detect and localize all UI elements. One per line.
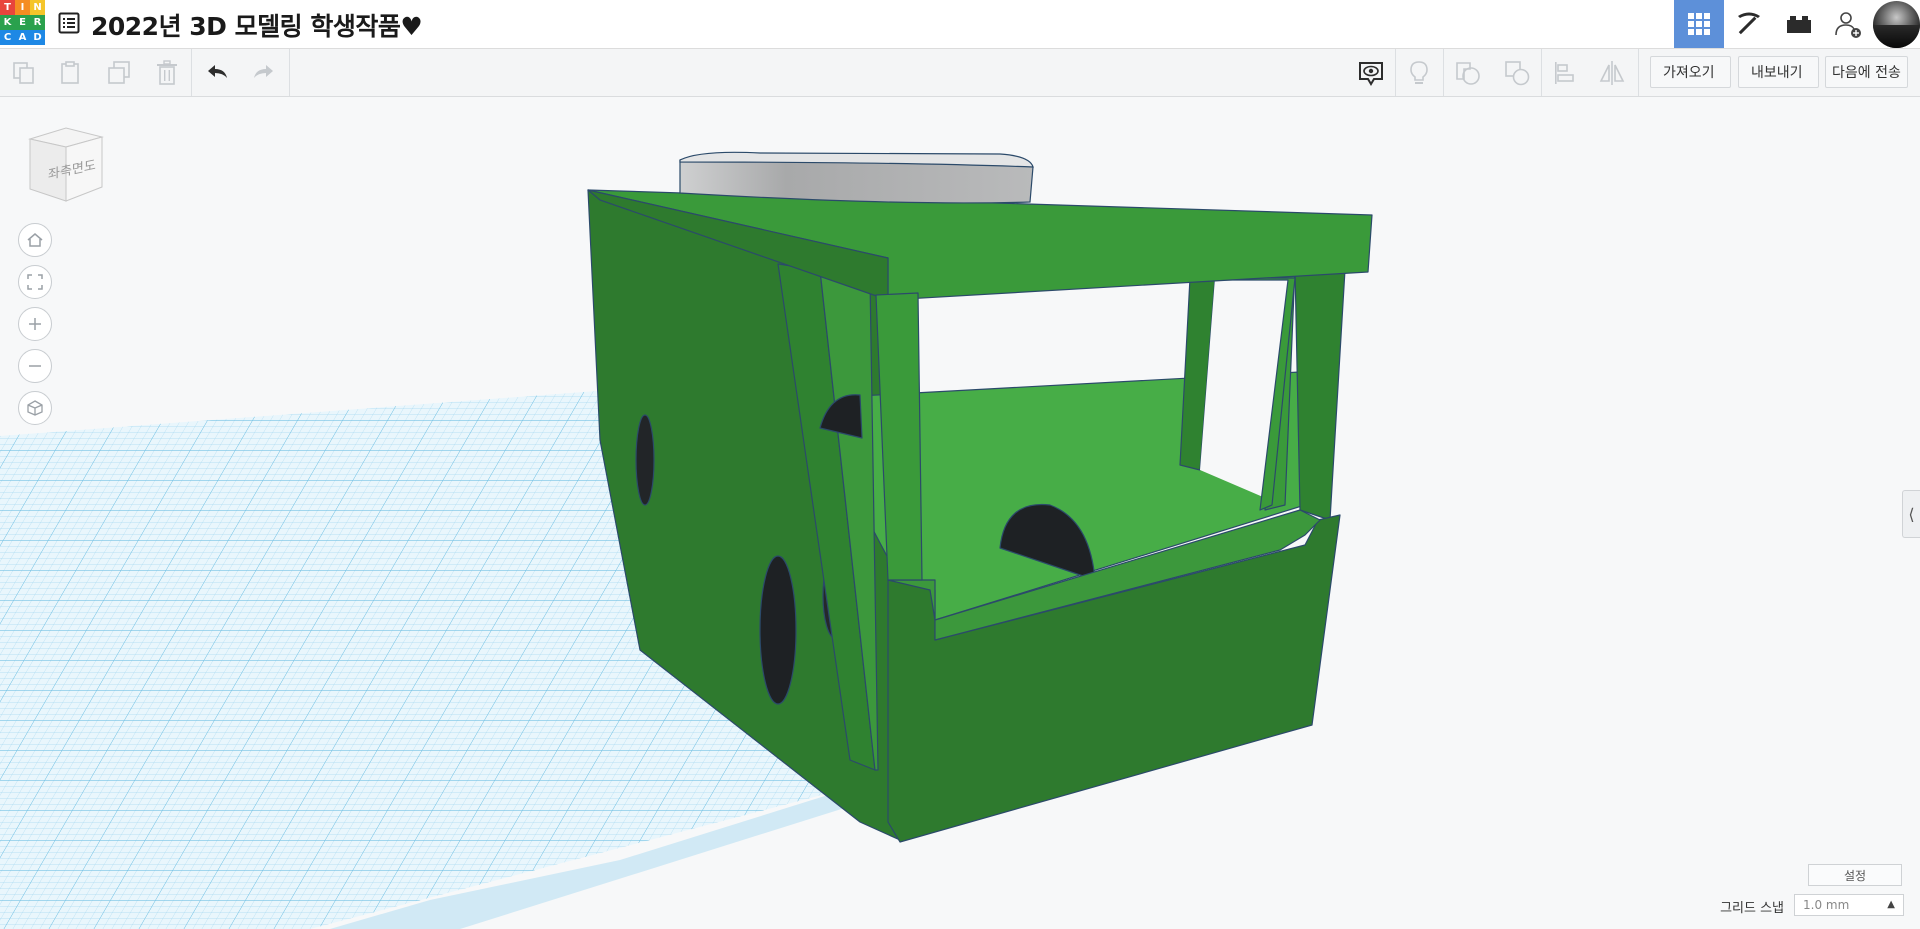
import-button[interactable]: 가져오기	[1650, 56, 1731, 88]
group-button[interactable]	[1453, 58, 1483, 88]
workplane-viewport[interactable]: 좌측면도 ⟨ 설정 그리드 스냅 1.0 mm ▲	[0, 97, 1920, 929]
roof-cap[interactable]	[679, 151, 1034, 204]
perspective-toggle-button[interactable]	[18, 391, 52, 425]
paste-button[interactable]	[56, 58, 86, 88]
logo-letter: R	[30, 15, 45, 30]
group-icon	[1456, 62, 1480, 85]
toolbar-divider	[1541, 49, 1542, 96]
logo-letter: I	[15, 0, 30, 15]
user-avatar[interactable]	[1873, 1, 1920, 48]
zoom-out-button[interactable]	[18, 349, 52, 383]
comment-eye-icon	[1359, 62, 1383, 86]
add-collaborator-button[interactable]	[1823, 0, 1873, 48]
align-button[interactable]	[1550, 58, 1580, 88]
delete-button[interactable]	[152, 58, 182, 88]
ungroup-button[interactable]	[1502, 58, 1532, 88]
logo-letter: C	[0, 30, 15, 45]
tinkercad-logo[interactable]: T I N K E R C A D	[0, 0, 46, 46]
logo-letter: E	[15, 15, 30, 30]
ungroup-icon	[1505, 61, 1530, 86]
home-icon	[27, 233, 43, 247]
brick-icon	[1787, 16, 1811, 33]
shapes-panel-toggle[interactable]: ⟨	[1902, 490, 1920, 538]
caret-up-icon: ▲	[1887, 899, 1895, 910]
minecraft-view-button[interactable]	[1724, 0, 1774, 48]
home-view-button[interactable]	[18, 223, 52, 257]
fit-view-button[interactable]	[18, 265, 52, 299]
grid-snap-value: 1.0 mm	[1803, 898, 1850, 912]
lego-bricks-view-button[interactable]	[1774, 0, 1824, 48]
zoom-in-icon	[29, 318, 41, 330]
design-list-icon[interactable]	[58, 12, 80, 34]
toolbar-divider	[191, 49, 192, 96]
copy-icon	[13, 62, 34, 84]
design-title[interactable]: 2022년 3D 모델링 학생작품♥	[91, 7, 423, 43]
align-icon	[1555, 62, 1574, 84]
zoom-out-icon	[29, 365, 41, 367]
logo-letter: N	[30, 0, 45, 15]
duplicate-icon	[108, 61, 130, 84]
logo-letter: D	[30, 30, 45, 45]
redo-icon	[254, 65, 273, 78]
zoom-in-button[interactable]	[18, 307, 52, 341]
undo-icon	[208, 65, 227, 78]
perspective-icon	[27, 400, 43, 416]
toolbar-divider	[1638, 49, 1639, 96]
top-bar: T I N K E R C A D 2022년 3D 모델링 학생작품♥	[0, 0, 1920, 49]
duplicate-button[interactable]	[104, 58, 134, 88]
tinkercad-editor: T I N K E R C A D 2022년 3D 모델링 학생작품♥ 가져오…	[0, 0, 1920, 929]
mirror-button[interactable]	[1597, 58, 1627, 88]
trash-icon	[157, 60, 177, 85]
chevron-left-icon: ⟨	[1908, 504, 1915, 524]
undo-button[interactable]	[202, 58, 232, 88]
toolbar: 가져오기 내보내기 다음에 전송	[0, 49, 1920, 97]
grid-icon	[1688, 13, 1710, 35]
scene-3d	[0, 151, 1373, 929]
lightbulb-icon	[1410, 61, 1428, 84]
logo-letter: A	[15, 30, 30, 45]
grid-snap-label: 그리드 스냅	[1720, 901, 1784, 916]
logo-letter: K	[0, 15, 15, 30]
toolbar-divider	[1443, 49, 1444, 96]
copy-button[interactable]	[9, 58, 39, 88]
toolbar-divider	[1395, 49, 1396, 96]
paste-icon	[61, 61, 79, 84]
toolbar-divider	[289, 49, 290, 96]
send-to-button[interactable]: 다음에 전송	[1825, 56, 1908, 88]
mirror-icon	[1599, 61, 1625, 85]
settings-button[interactable]: 설정	[1808, 864, 1902, 886]
show-all-button[interactable]	[1404, 58, 1434, 88]
pickaxe-icon	[1738, 12, 1760, 35]
add-user-icon	[1835, 12, 1861, 38]
3d-design-view-button[interactable]	[1674, 0, 1724, 48]
notes-button[interactable]	[1356, 58, 1386, 88]
redo-button[interactable]	[249, 58, 279, 88]
view-cube[interactable]: 좌측면도	[24, 125, 108, 211]
grid-snap-select[interactable]: 1.0 mm ▲	[1794, 894, 1904, 916]
fit-view-icon	[27, 274, 43, 290]
logo-letter: T	[0, 0, 15, 15]
export-button[interactable]: 내보내기	[1738, 56, 1819, 88]
